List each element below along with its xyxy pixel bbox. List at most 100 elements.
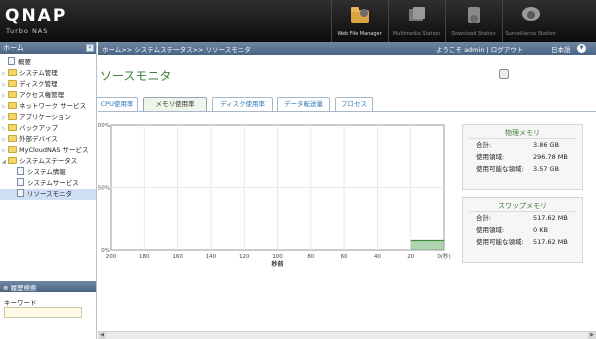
left-navigation: ホーム « 概要 ▷ システム管理 ▷ ディスク管理 ▷ アクセス権管理 ▷ ネットワー…: [0, 42, 97, 339]
swap-used-row: 使用領域: 0 KB: [463, 224, 582, 236]
nav-item-label: 概要: [18, 58, 31, 66]
nav-item-label: バックアップ: [19, 124, 58, 132]
document-icon: [8, 57, 15, 65]
tab-processes[interactable]: プロセス: [335, 97, 373, 111]
scroll-left-icon[interactable]: ◀: [98, 332, 106, 339]
welcome-logout[interactable]: ようこそ admin | ログアウト: [436, 44, 523, 54]
nav-item-label: システムサービス: [27, 179, 79, 187]
memory-usage-chart: 100%50%0%200180160140120100806040200(秒)秒…: [98, 123, 451, 268]
keyword-input[interactable]: [4, 307, 82, 318]
chevron-down-icon[interactable]: ▼: [577, 44, 586, 53]
history-search-title: 履歴検索: [10, 284, 37, 292]
resource-monitor-icon: [17, 189, 24, 197]
nav-item-label: MyCloudNAS サービス: [19, 146, 89, 154]
tab-data-transfer[interactable]: データ転送量: [277, 97, 330, 111]
folder-icon: [8, 80, 17, 87]
breadcrumb-bar: ホーム>> システムステータス>> リソースモニタ ようこそ admin | ロ…: [98, 42, 596, 55]
nav-tree: 概要 ▷ システム管理 ▷ ディスク管理 ▷ アクセス権管理 ▷ ネットワーク サービス…: [0, 54, 96, 200]
tab-disk-usage[interactable]: ディスク使用率: [212, 97, 273, 111]
app-download-station[interactable]: Download Station: [445, 0, 501, 42]
x-tick-label: 120: [239, 254, 250, 260]
horizontal-scrollbar[interactable]: ◀ ▶: [98, 331, 596, 339]
folder-icon: [8, 91, 17, 98]
app-web-file-manager[interactable]: Web File Manager: [331, 0, 387, 42]
y-tick-label: 100%: [98, 123, 110, 129]
row-label: 合計:: [476, 214, 492, 222]
tab-cpu-usage[interactable]: CPU使用率: [96, 97, 138, 111]
folder-icon: [8, 102, 17, 109]
nav-item-system-services[interactable]: システムサービス: [0, 178, 96, 189]
surveillance-station-icon: [522, 7, 540, 21]
row-label: 使用可能な領域:: [476, 165, 524, 173]
system-info-icon: [17, 167, 24, 175]
app-label: Surveillance Station: [505, 31, 556, 37]
row-value: 3.57 GB: [533, 165, 560, 173]
collapse-panel-icon[interactable]: «: [86, 44, 94, 52]
row-label: 使用領域:: [476, 226, 505, 234]
row-label: 合計:: [476, 141, 492, 149]
row-value: 296.78 MB: [533, 153, 568, 161]
app-label: Web File Manager: [337, 31, 382, 37]
folder-icon: [8, 124, 17, 131]
nav-item-mycloudnas[interactable]: ▷ MyCloudNAS サービス: [0, 145, 96, 156]
help-icon[interactable]: [499, 69, 509, 79]
x-tick-label: 180: [139, 254, 150, 260]
physical-memory-panel: 物理メモリ 合計: 3.86 GB 使用領域: 296.78 MB 使用可能な領域:…: [462, 124, 583, 190]
swap-memory-title: スワップメモリ: [469, 198, 576, 212]
nav-item-backup[interactable]: ▷ バックアップ: [0, 123, 96, 134]
search-icon: ⊕: [3, 284, 9, 292]
nav-item-system-admin[interactable]: ▷ システム管理: [0, 68, 96, 79]
nav-item-disk-management[interactable]: ▷ ディスク管理: [0, 79, 96, 90]
nav-item-label: ディスク管理: [19, 80, 58, 88]
language-select[interactable]: 日本語: [551, 44, 571, 54]
nav-item-external-devices[interactable]: ▷ 外部デバイス: [0, 134, 96, 145]
nav-item-label: システムステータス: [19, 157, 78, 165]
nav-item-label: アプリケーション: [19, 113, 71, 121]
keyword-label: キーワード: [4, 299, 37, 307]
x-tick-label: 60: [341, 254, 348, 260]
app-label: Download Station: [451, 31, 496, 37]
x-tick-label: 140: [206, 254, 217, 260]
nav-item-overview[interactable]: 概要: [0, 57, 96, 68]
nav-item-applications[interactable]: ▷ アプリケーション: [0, 112, 96, 123]
tab-divider: [98, 111, 596, 112]
main-content: ソースモニタ CPU使用率 メモリ使用率 ディスク使用率 データ転送量 プロセス…: [96, 55, 596, 339]
qnap-logo: QNAP: [5, 6, 68, 26]
x-tick-label: 200: [106, 254, 117, 260]
nav-item-label: システム情報: [27, 168, 66, 176]
tab-bar: CPU使用率 メモリ使用率 ディスク使用率 データ転送量 プロセス: [96, 97, 596, 111]
swap-available-row: 使用可能な領域: 517.62 MB: [463, 236, 582, 248]
scroll-right-icon[interactable]: ▶: [588, 332, 596, 339]
app-surveillance-station[interactable]: Surveillance Station: [502, 0, 558, 42]
nav-item-access-rights[interactable]: ▷ アクセス権管理: [0, 90, 96, 101]
download-station-icon: [468, 7, 480, 23]
nav-item-resource-monitor[interactable]: リソースモニタ: [0, 189, 96, 200]
folder-icon: [8, 69, 17, 76]
row-label: 使用領域:: [476, 153, 505, 161]
nav-item-system-info[interactable]: システム情報: [0, 167, 96, 178]
y-tick-label: 50%: [98, 186, 110, 192]
physical-available-row: 使用可能な領域: 3.57 GB: [463, 163, 582, 175]
nav-item-label: 外部デバイス: [19, 135, 58, 143]
nav-title: ホーム: [3, 44, 24, 52]
app-label: Multimedia Station: [392, 31, 441, 37]
memory-usage-area: [410, 240, 444, 250]
nav-item-label: リソースモニタ: [27, 190, 73, 198]
web-file-manager-icon: [351, 7, 369, 23]
breadcrumb[interactable]: ホーム>> システムステータス>> リソースモニタ: [102, 44, 251, 54]
row-label: 使用可能な領域:: [476, 238, 524, 246]
folder-icon: [8, 135, 17, 142]
nav-item-label: アクセス権管理: [19, 91, 65, 99]
physical-used-row: 使用領域: 296.78 MB: [463, 151, 582, 163]
logo-subtitle: Turbo NAS: [6, 27, 49, 35]
top-header: QNAP Turbo NAS Web File Manager Multimed…: [0, 0, 596, 42]
app-multimedia-station[interactable]: Multimedia Station: [388, 0, 444, 42]
history-search-header: ⊕ 履歴検索: [0, 281, 96, 292]
x-tick-label: 40: [374, 254, 381, 260]
row-value: 3.86 GB: [533, 141, 560, 149]
tab-memory-usage[interactable]: メモリ使用率: [143, 97, 207, 111]
nav-item-network-services[interactable]: ▷ ネットワーク サービス: [0, 101, 96, 112]
row-value: 517.62 MB: [533, 238, 568, 246]
physical-memory-title: 物理メモリ: [469, 125, 576, 139]
nav-item-system-status[interactable]: ◢ システムステータス: [0, 156, 96, 167]
